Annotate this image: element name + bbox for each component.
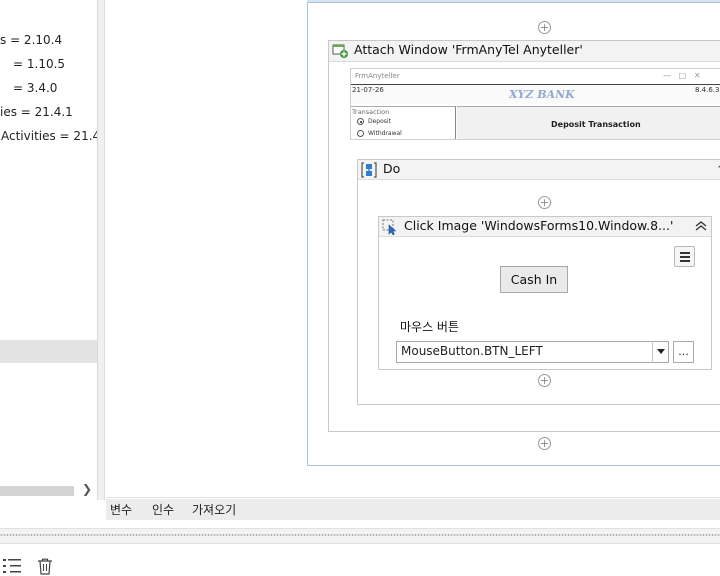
- dependency-item[interactable]: s = 2.10.4: [0, 33, 62, 47]
- panel-splitter[interactable]: [98, 0, 105, 500]
- tab-variables[interactable]: 변수: [110, 501, 132, 518]
- preview-window-controls: — □ ✕: [663, 71, 701, 80]
- expression-editor-button[interactable]: ...: [673, 341, 694, 363]
- plus-circle-icon[interactable]: +: [538, 21, 551, 34]
- mouse-button-value: MouseButton.BTN_LEFT: [401, 344, 543, 358]
- dependency-item[interactable]: Activities = 21.4.4: [1, 129, 97, 143]
- list-icon[interactable]: [3, 558, 23, 574]
- preview-radio-withdrawal: [357, 130, 364, 137]
- preview-bank-name: XYZ BANK: [509, 88, 575, 101]
- preview-deposit-title: Deposit Transaction: [551, 120, 641, 129]
- workflow-designer: + Attach Window 'FrmAnyTel Anyteller' Fr…: [106, 0, 720, 498]
- preview-version: 8.4.6.31.3: [695, 86, 720, 94]
- dependency-item[interactable]: ies = 21.4.1: [0, 105, 73, 119]
- sequence-header: [307, 0, 720, 3]
- trash-icon[interactable]: [37, 558, 53, 575]
- click-image-icon: [382, 219, 397, 235]
- horizontal-splitter[interactable]: [0, 528, 720, 544]
- splitter-grip: [0, 534, 720, 536]
- do-header[interactable]: [358, 160, 720, 180]
- attach-window-icon: [332, 44, 348, 58]
- tab-arguments[interactable]: 인수: [152, 501, 174, 518]
- preview-radio-withdrawal-label: Withdrawal: [368, 130, 402, 137]
- preview-window-title: FrmAnyteller: [355, 72, 400, 80]
- tab-imports[interactable]: 가져오기: [192, 501, 236, 518]
- collapse-icon[interactable]: ⌃: [716, 163, 720, 176]
- preview-radio-deposit-label: Deposit: [368, 118, 391, 125]
- attach-window-title: Attach Window 'FrmAnyTel Anyteller': [354, 42, 583, 57]
- dropdown-arrow-icon[interactable]: [652, 341, 670, 363]
- chevron-right-icon[interactable]: ❯: [82, 482, 92, 496]
- click-image-title: Click Image 'WindowsForms10.Window.8...': [404, 218, 674, 233]
- do-sequence-icon: [361, 162, 377, 178]
- plus-circle-icon[interactable]: +: [538, 437, 551, 450]
- do-title: Do: [383, 161, 401, 176]
- plus-circle-icon[interactable]: +: [538, 196, 551, 209]
- cash-in-target-image[interactable]: Cash In: [500, 266, 568, 293]
- preview-radio-deposit: [357, 118, 364, 125]
- preview-group-label: Transaction: [352, 108, 390, 116]
- output-panel: [0, 545, 720, 576]
- dependencies-panel: s = 2.10.4 = 1.10.5 = 3.4.0 ies = 21.4.1…: [0, 0, 98, 500]
- hamburger-menu-icon[interactable]: [674, 246, 695, 267]
- collapse-icon[interactable]: [694, 219, 708, 233]
- target-window-preview: FrmAnyteller — □ ✕ 21-07-26 XYZ BANK 8.4…: [350, 68, 720, 140]
- preview-date: 21-07-26: [352, 86, 384, 94]
- dependency-item[interactable]: = 1.10.5: [13, 57, 65, 71]
- mouse-button-label: 마우스 버튼: [400, 320, 460, 334]
- selected-tree-row[interactable]: [0, 340, 97, 363]
- dependency-item[interactable]: = 3.4.0: [13, 81, 57, 95]
- horizontal-scrollbar-thumb[interactable]: [0, 486, 74, 496]
- plus-circle-icon[interactable]: +: [538, 374, 551, 387]
